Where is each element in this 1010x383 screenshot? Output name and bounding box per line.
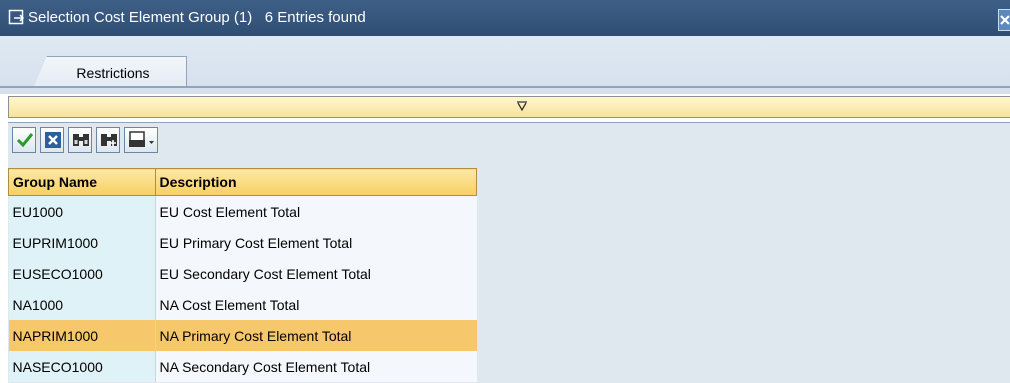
restrictions-collapse-bar[interactable] — [8, 96, 1010, 118]
binoculars-plus-icon — [101, 134, 117, 146]
printer-dropdown-icon — [129, 131, 154, 147]
group-name-cell[interactable]: EUPRIM1000 — [8, 227, 156, 258]
close-icon[interactable] — [998, 9, 1010, 31]
table-row[interactable]: EU1000 EU Cost Element Total — [8, 195, 477, 227]
description-cell[interactable]: NA Primary Cost Element Total — [155, 320, 477, 351]
table-row[interactable]: EUPRIM1000 EU Primary Cost Element Total — [8, 227, 477, 258]
cancel-button[interactable] — [40, 127, 64, 153]
group-name-cell[interactable]: NA1000 — [8, 289, 156, 320]
group-name-cell[interactable]: EU1000 — [8, 195, 156, 227]
description-cell[interactable]: EU Primary Cost Element Total — [155, 227, 477, 258]
title-bar: Selection Cost Element Group (1) 6 Entri… — [0, 0, 1010, 36]
table-header-row: Group Name Description — [8, 168, 477, 196]
column-header-description[interactable]: Description — [154, 168, 477, 196]
results-table: Group Name Description EU1000 EU Cost El… — [8, 168, 477, 382]
tab-strip: Restrictions — [0, 36, 1010, 94]
cancel-x-icon — [45, 132, 61, 148]
find-next-button[interactable] — [96, 127, 120, 153]
checkmark-icon — [16, 133, 34, 148]
print-button[interactable] — [124, 127, 158, 153]
table-row[interactable]: NA1000 NA Cost Element Total — [8, 289, 477, 320]
table-row[interactable]: EUSECO1000 EU Secondary Cost Element Tot… — [8, 258, 477, 289]
find-button[interactable] — [68, 127, 92, 153]
window-title: Selection Cost Element Group (1) 6 Entri… — [28, 9, 366, 26]
dialog-arrow-icon — [8, 9, 26, 27]
table-row-selected[interactable]: NAPRIM1000 NA Primary Cost Element Total — [8, 320, 477, 351]
tab-divider — [0, 86, 1010, 88]
confirm-button[interactable] — [12, 127, 36, 153]
description-cell[interactable]: NA Cost Element Total — [155, 289, 477, 320]
tab-restrictions[interactable]: Restrictions — [33, 56, 187, 88]
group-name-cell[interactable]: NAPRIM1000 — [8, 320, 156, 351]
group-name-cell[interactable]: EUSECO1000 — [8, 258, 156, 289]
table-row[interactable]: NASECO1000 NA Secondary Cost Element Tot… — [8, 351, 477, 382]
description-cell[interactable]: NA Secondary Cost Element Total — [155, 351, 477, 382]
group-name-cell[interactable]: NASECO1000 — [8, 351, 156, 382]
collapse-arrow-icon[interactable] — [515, 100, 529, 115]
results-area: Group Name Description EU1000 EU Cost El… — [8, 122, 1010, 383]
description-cell[interactable]: EU Cost Element Total — [155, 195, 477, 227]
tab-restrictions-label: Restrictions — [76, 65, 150, 81]
description-cell[interactable]: EU Secondary Cost Element Total — [155, 258, 477, 289]
column-header-group-name[interactable]: Group Name — [8, 168, 156, 196]
binoculars-icon — [73, 134, 89, 146]
